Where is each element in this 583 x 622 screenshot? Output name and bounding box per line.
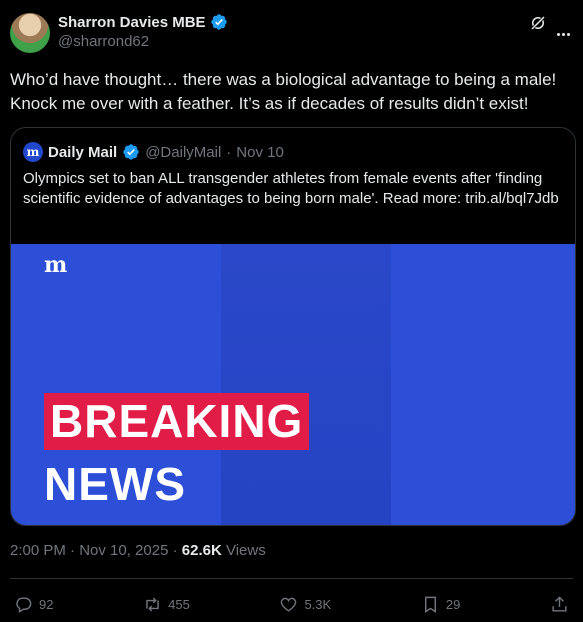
author-name-row[interactable]: Sharron Davies MBE <box>58 13 228 31</box>
reply-icon <box>16 596 32 613</box>
quoted-tweet-header: m Daily Mail @DailyMail · Nov 10 <box>23 142 284 162</box>
grok-icon[interactable] <box>529 14 547 32</box>
repost-icon <box>146 597 159 611</box>
repost-button[interactable]: 455 <box>143 595 190 614</box>
daily-mail-logo: m <box>44 252 68 278</box>
author-name[interactable]: Sharron Davies MBE <box>58 14 206 31</box>
views-count[interactable]: 62.6K <box>182 542 222 559</box>
action-bar: 92 455 5.3K 29 <box>14 594 569 614</box>
breaking-banner: BREAKING <box>44 393 310 450</box>
like-count: 5.3K <box>304 596 332 612</box>
reply-button[interactable]: 92 <box>14 595 53 614</box>
repost-count: 455 <box>168 596 190 612</box>
quoted-tweet-date: Nov 10 <box>236 143 284 161</box>
quoted-author-handle: @DailyMail <box>145 143 222 161</box>
quoted-tweet-image[interactable]: m BREAKING NEWS <box>11 244 575 525</box>
reply-count: 92 <box>39 596 54 612</box>
quoted-tweet[interactable]: m Daily Mail @DailyMail · Nov 10 Olympic… <box>10 127 576 526</box>
author-handle[interactable]: @sharrond62 <box>58 33 149 50</box>
separator-dot: · <box>226 143 232 161</box>
share-button[interactable] <box>550 595 569 614</box>
more-icon[interactable] <box>557 23 573 36</box>
quoted-author-name: Daily Mail <box>48 143 118 161</box>
divider <box>10 578 573 579</box>
image-background-shape <box>221 244 391 525</box>
verified-badge-icon <box>123 144 139 160</box>
tweet-timestamp[interactable]: 2:00 PM · Nov 10, 2025 <box>10 542 168 559</box>
share-icon <box>552 595 567 612</box>
bookmark-icon <box>424 596 436 613</box>
like-icon <box>281 597 297 612</box>
bookmark-count: 29 <box>445 596 461 612</box>
tweet-meta: 2:00 PM · Nov 10, 2025 · 62.6K Views <box>10 542 266 559</box>
avatar[interactable] <box>10 13 50 53</box>
tweet-text: Who’d have thought… there was a biologic… <box>10 70 557 113</box>
verified-badge-icon <box>210 14 227 30</box>
daily-mail-avatar: m <box>23 142 43 162</box>
tweet-header: Sharron Davies MBE @sharrond62 <box>10 12 573 56</box>
like-button[interactable]: 5.3K <box>279 595 331 614</box>
bookmark-button[interactable]: 29 <box>421 595 460 614</box>
views-label: Views <box>225 542 266 559</box>
quoted-tweet-text: Olympics set to ban ALL transgender athl… <box>23 170 559 207</box>
news-banner: NEWS <box>44 458 186 510</box>
separator-dot: · <box>172 542 178 559</box>
